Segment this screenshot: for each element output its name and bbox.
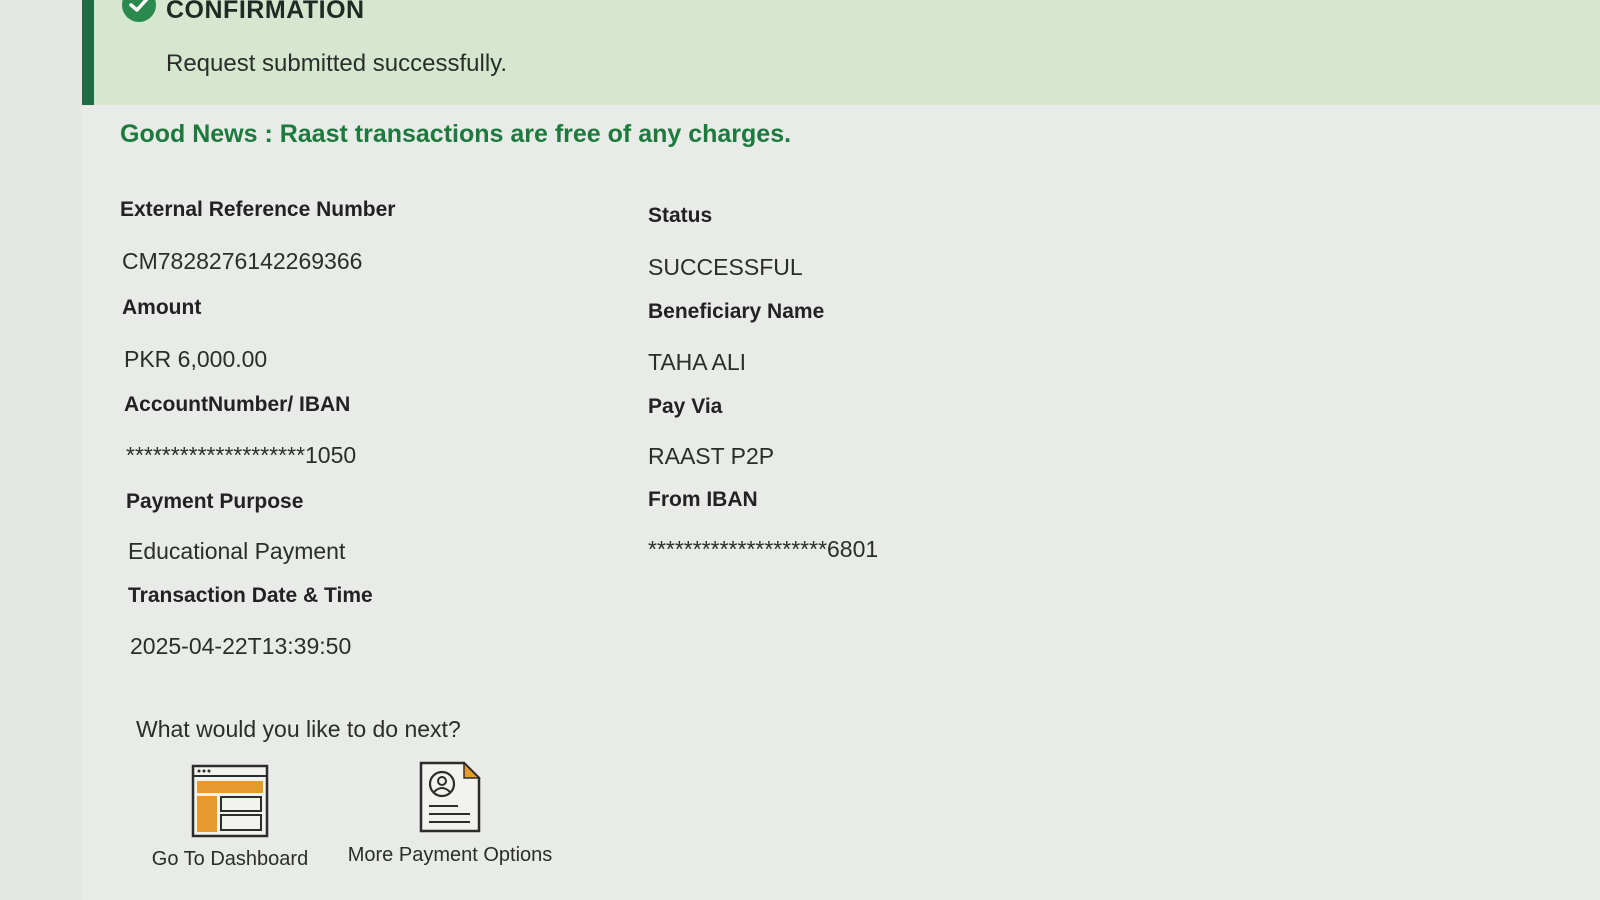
good-news-notice: Good News : Raast transactions are free … bbox=[120, 120, 792, 148]
account-iban-value: ********************1050 bbox=[126, 442, 357, 468]
external-reference-value: CM7828276142269366 bbox=[122, 248, 363, 274]
pay-via-value: RAAST P2P bbox=[648, 443, 775, 469]
dashboard-icon bbox=[191, 764, 269, 838]
pay-via-label: Pay Via bbox=[648, 395, 723, 418]
status-value: SUCCESSFUL bbox=[648, 254, 803, 280]
account-iban-label: AccountNumber/ IBAN bbox=[124, 393, 351, 416]
go-to-dashboard-label: Go To Dashboard bbox=[151, 848, 309, 870]
transaction-datetime-label: Transaction Date & Time bbox=[128, 584, 373, 607]
external-reference-label: External Reference Number bbox=[120, 198, 396, 221]
amount-value: PKR 6,000.00 bbox=[124, 346, 268, 372]
next-steps-heading: What would you like to do next? bbox=[136, 716, 461, 742]
confirmation-banner: CONFIRMATION Request submitted successfu… bbox=[82, 0, 1600, 105]
payment-document-icon bbox=[418, 760, 482, 834]
amount-label: Amount bbox=[122, 296, 202, 319]
beneficiary-name-value: TAHA ALI bbox=[648, 349, 747, 375]
status-label: Status bbox=[648, 204, 713, 227]
beneficiary-name-label: Beneficiary Name bbox=[648, 300, 825, 323]
from-iban-value: ********************6801 bbox=[648, 536, 879, 562]
confirmation-title: CONFIRMATION bbox=[166, 0, 365, 24]
payment-purpose-value: Educational Payment bbox=[128, 538, 346, 564]
confirmation-message: Request submitted successfully. bbox=[166, 50, 508, 77]
check-circle-icon bbox=[122, 0, 156, 22]
payment-purpose-label: Payment Purpose bbox=[126, 490, 304, 513]
more-payment-options-button[interactable]: More Payment Options bbox=[340, 760, 560, 867]
go-to-dashboard-button[interactable]: Go To Dashboard bbox=[145, 764, 315, 871]
from-iban-label: From IBAN bbox=[648, 488, 758, 511]
transaction-datetime-value: 2025-04-22T13:39:50 bbox=[130, 633, 352, 659]
more-payment-options-label: More Payment Options bbox=[347, 844, 553, 866]
